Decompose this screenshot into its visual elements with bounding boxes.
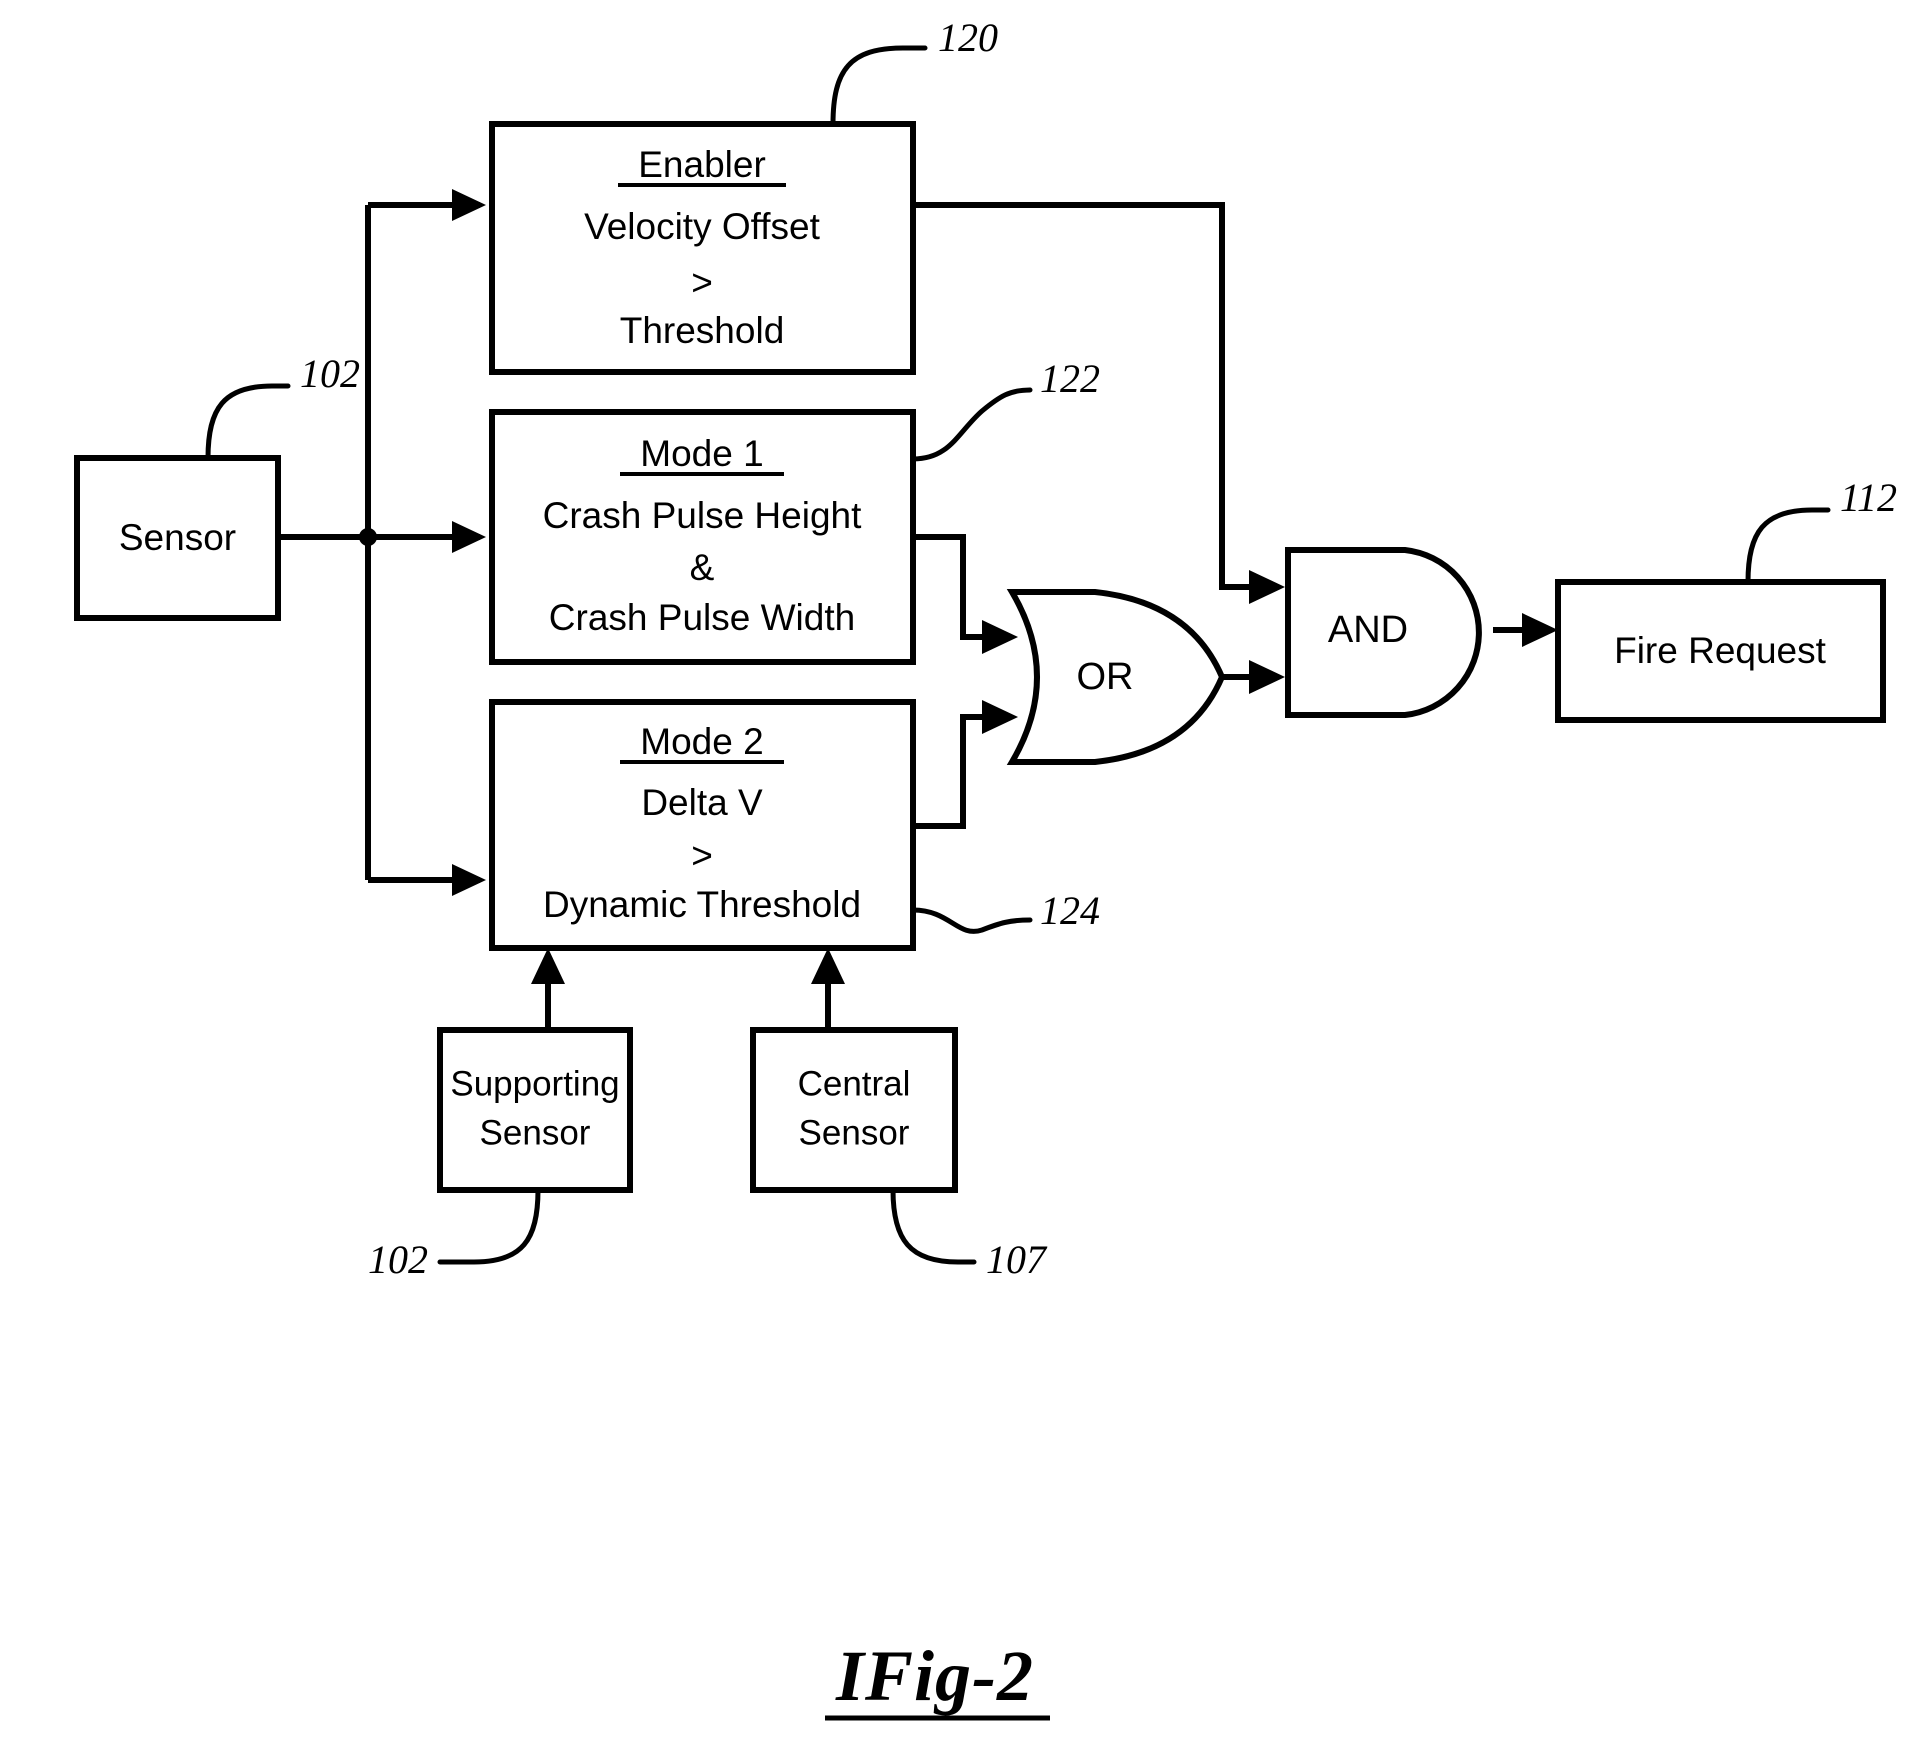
block-central-sensor-line2: Sensor — [799, 1113, 910, 1152]
block-central-sensor-line1: Central — [798, 1064, 911, 1103]
block-central-sensor[interactable]: Central Sensor — [750, 1027, 958, 1193]
block-supporting-sensor-line1: Supporting — [450, 1064, 619, 1103]
block-diagram-canvas: Sensor Enabler Velocity Offset > Thresho… — [74, 15, 1897, 1721]
ref-num-120: 120 — [938, 15, 998, 60]
ref-leader-122: 122 — [910, 356, 1100, 462]
block-enabler[interactable]: Enabler Velocity Offset > Threshold — [489, 121, 916, 375]
block-enabler-title: Enabler — [638, 144, 766, 185]
wire-enabler-to-and — [913, 202, 1285, 604]
figure-caption-text: Fig-2 — [864, 1636, 1034, 1716]
ref-leader-120: 120 — [830, 15, 998, 127]
block-enabler-line1: Velocity Offset — [584, 206, 821, 247]
figure-caption-prefix: I — [835, 1636, 867, 1716]
wire-mode2-to-or — [913, 700, 1018, 829]
block-mode-2-line1: Delta V — [641, 782, 763, 823]
wire-central-sensor-to-mode2 — [811, 948, 845, 1030]
block-mode-1-line3: Crash Pulse Width — [549, 597, 855, 638]
svg-text:IFig-2: IFig-2 — [835, 1636, 1034, 1716]
patent-figure-2: Sensor Enabler Velocity Offset > Thresho… — [0, 0, 1920, 1758]
block-mode-2-title: Mode 2 — [640, 721, 763, 762]
ref-num-102-supporting: 102 — [368, 1237, 428, 1282]
block-supporting-sensor[interactable]: Supporting Sensor — [437, 1027, 633, 1193]
block-mode-1-line2: & — [690, 547, 715, 588]
gate-or[interactable]: OR — [1006, 589, 1226, 765]
block-mode-1-line1: Crash Pulse Height — [543, 495, 862, 536]
wire-mode1-to-or — [913, 534, 1018, 654]
block-sensor-label: Sensor — [119, 517, 236, 558]
figure-caption: IFig-2 — [825, 1636, 1050, 1721]
ref-num-122: 122 — [1040, 356, 1100, 401]
wire-and-to-fire-request — [1493, 613, 1558, 647]
block-fire-request[interactable]: Fire Request — [1555, 579, 1886, 723]
block-sensor[interactable]: Sensor — [74, 455, 281, 621]
wire-or-to-and — [1222, 660, 1285, 694]
ref-num-107: 107 — [986, 1237, 1048, 1282]
block-enabler-line3: Threshold — [620, 310, 785, 351]
wire-sensor-to-bus — [278, 521, 486, 553]
block-mode-1[interactable]: Mode 1 Crash Pulse Height & Crash Pulse … — [489, 409, 916, 665]
gate-or-label: OR — [1077, 656, 1134, 698]
block-mode-2-line2: > — [691, 835, 713, 876]
block-supporting-sensor-line2: Sensor — [480, 1113, 591, 1152]
block-fire-request-label: Fire Request — [1614, 630, 1827, 671]
wire-bus-to-enabler — [368, 189, 486, 221]
wire-bus-to-mode2 — [368, 864, 486, 896]
ref-num-124: 124 — [1040, 888, 1100, 933]
ref-leader-102-sensor: 102 — [205, 351, 360, 461]
ref-leader-107: 107 — [890, 1187, 1048, 1282]
ref-leader-112: 112 — [1745, 475, 1897, 585]
block-mode-2[interactable]: Mode 2 Delta V > Dynamic Threshold — [489, 699, 916, 951]
gate-and[interactable]: AND — [1285, 547, 1482, 718]
block-enabler-line2: > — [691, 262, 713, 303]
block-mode-2-line3: Dynamic Threshold — [543, 884, 861, 925]
ref-num-102-sensor: 102 — [300, 351, 360, 396]
ref-leader-102-supporting: 102 — [368, 1187, 541, 1282]
ref-leader-124: 124 — [910, 888, 1100, 934]
ref-num-112: 112 — [1840, 475, 1897, 520]
wire-supporting-sensor-to-mode2 — [531, 948, 565, 1030]
block-mode-1-title: Mode 1 — [640, 433, 763, 474]
gate-and-label: AND — [1328, 609, 1408, 651]
